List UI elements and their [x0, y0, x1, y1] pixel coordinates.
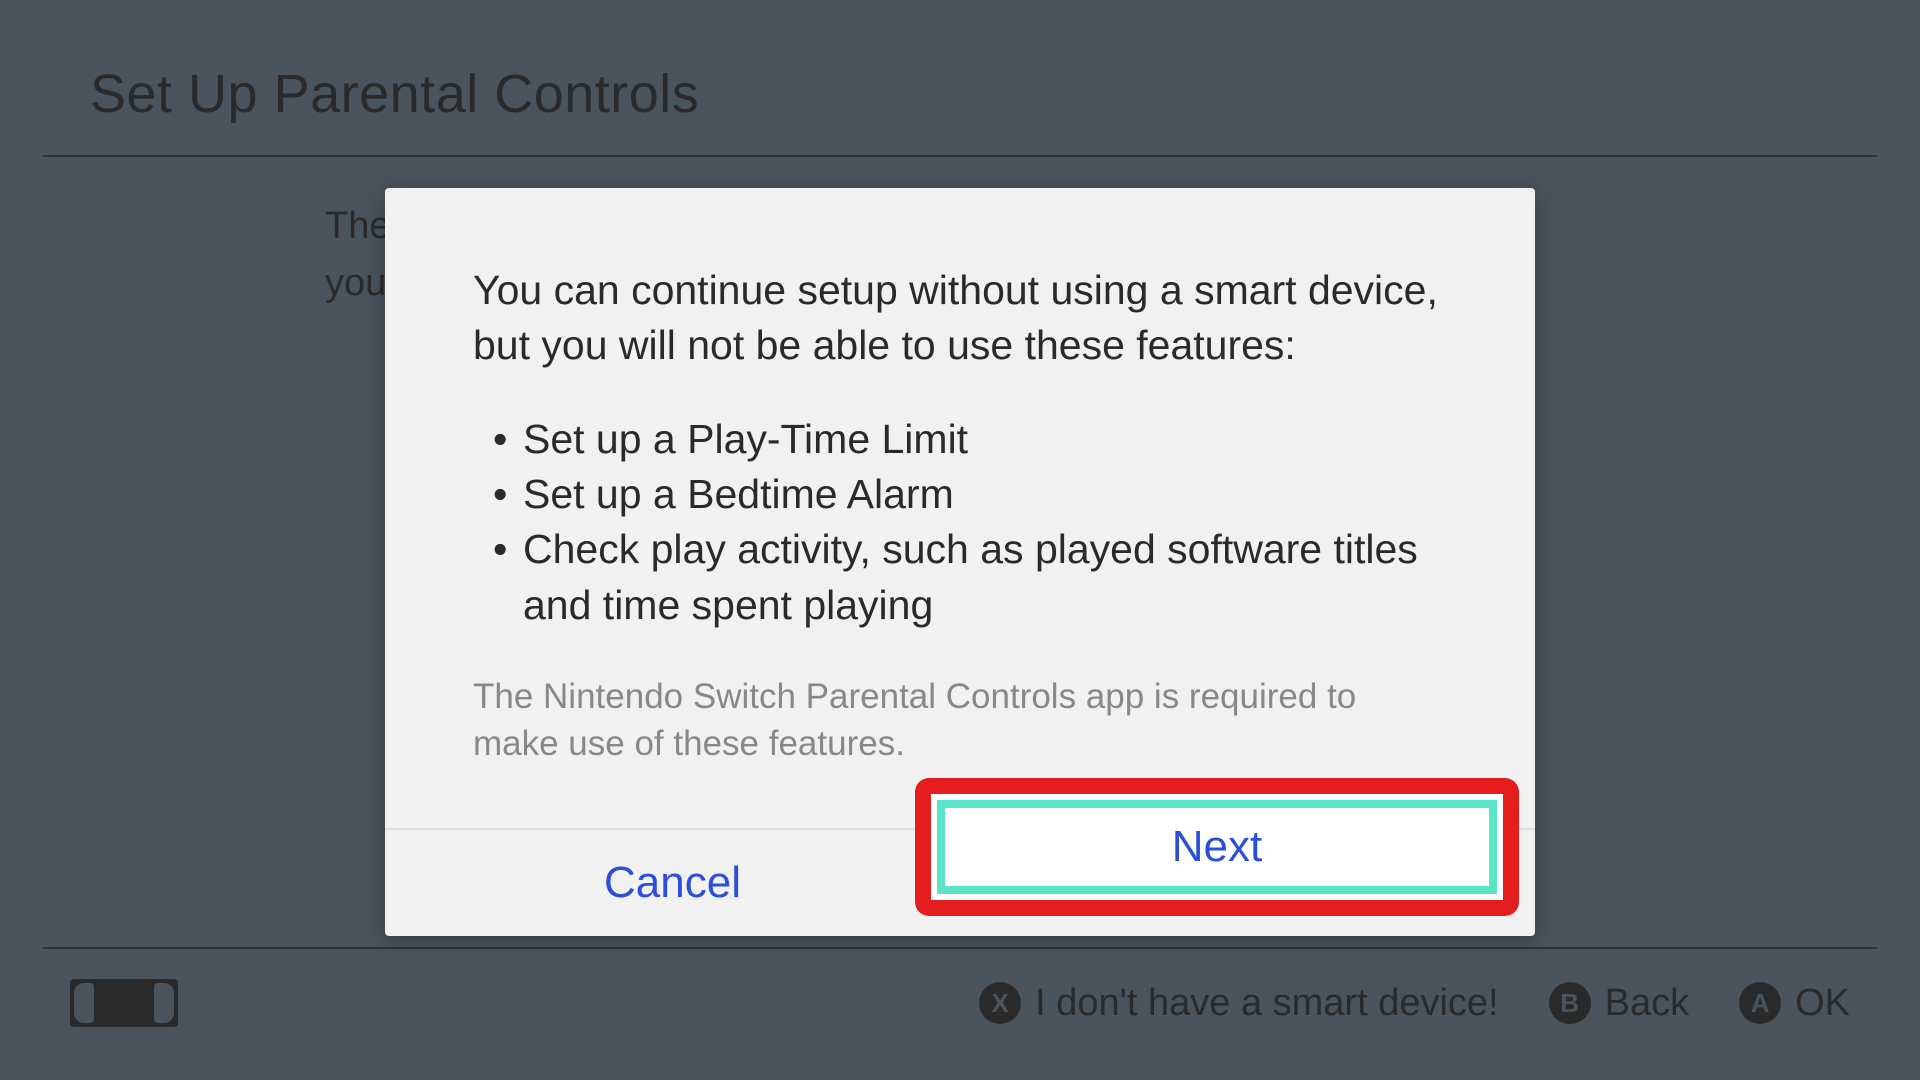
b-button-label: Back: [1605, 982, 1689, 1025]
cancel-button[interactable]: Cancel: [385, 830, 960, 936]
a-button-action[interactable]: A OK: [1739, 982, 1850, 1025]
b-button-icon: B: [1549, 982, 1591, 1024]
a-button-icon: A: [1739, 982, 1781, 1024]
x-button-action[interactable]: X I don't have a smart device!: [979, 982, 1499, 1025]
x-button-label: I don't have a smart device!: [1035, 982, 1499, 1025]
header-divider: [43, 155, 1877, 157]
dialog-note-text: The Nintendo Switch Parental Controls ap…: [473, 673, 1447, 768]
page-title: Set Up Parental Controls: [90, 63, 1830, 125]
b-button-action[interactable]: B Back: [1549, 982, 1689, 1025]
list-item: Check play activity, such as played soft…: [493, 522, 1447, 633]
a-button-label: OK: [1795, 982, 1850, 1025]
x-button-icon: X: [979, 982, 1021, 1024]
next-button[interactable]: Next: [937, 800, 1497, 894]
dialog-intro-text: You can continue setup without using a s…: [473, 263, 1447, 374]
next-button-highlight: Next: [915, 778, 1519, 916]
list-item: Set up a Bedtime Alarm: [493, 467, 1447, 522]
console-icon: [70, 979, 178, 1027]
dialog-feature-list: Set up a Play-Time Limit Set up a Bedtim…: [473, 412, 1447, 633]
list-item: Set up a Play-Time Limit: [493, 412, 1447, 467]
